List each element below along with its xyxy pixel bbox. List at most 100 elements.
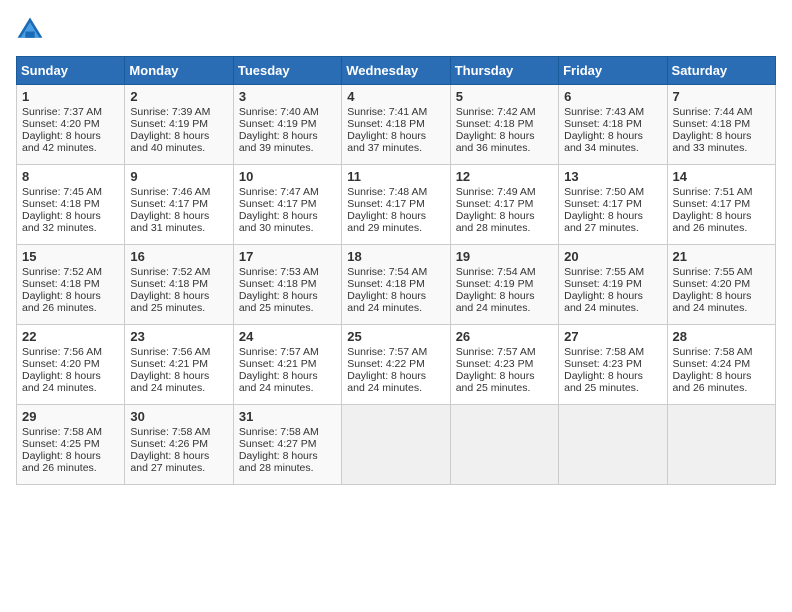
daylight: Daylight: 8 hours and 25 minutes.	[456, 370, 535, 394]
daylight: Daylight: 8 hours and 24 minutes.	[456, 290, 535, 314]
day-number: 28	[673, 329, 770, 344]
day-number: 17	[239, 249, 336, 264]
sunrise: Sunrise: 7:44 AM	[673, 106, 753, 118]
sunset: Sunset: 4:18 PM	[673, 118, 751, 130]
daylight: Daylight: 8 hours and 26 minutes.	[22, 450, 101, 474]
calendar-cell: 21Sunrise: 7:55 AMSunset: 4:20 PMDayligh…	[667, 245, 775, 325]
sunrise: Sunrise: 7:56 AM	[130, 346, 210, 358]
day-number: 26	[456, 329, 553, 344]
daylight: Daylight: 8 hours and 36 minutes.	[456, 130, 535, 154]
calendar-cell: 11Sunrise: 7:48 AMSunset: 4:17 PMDayligh…	[342, 165, 450, 245]
daylight: Daylight: 8 hours and 28 minutes.	[456, 210, 535, 234]
sunrise: Sunrise: 7:52 AM	[22, 266, 102, 278]
day-number: 4	[347, 89, 444, 104]
day-number: 1	[22, 89, 119, 104]
sunset: Sunset: 4:21 PM	[239, 358, 317, 370]
sunrise: Sunrise: 7:50 AM	[564, 186, 644, 198]
week-row-4: 22Sunrise: 7:56 AMSunset: 4:20 PMDayligh…	[17, 325, 776, 405]
day-number: 24	[239, 329, 336, 344]
calendar-cell: 14Sunrise: 7:51 AMSunset: 4:17 PMDayligh…	[667, 165, 775, 245]
day-number: 29	[22, 409, 119, 424]
calendar-cell: 29Sunrise: 7:58 AMSunset: 4:25 PMDayligh…	[17, 405, 125, 485]
daylight: Daylight: 8 hours and 27 minutes.	[130, 450, 209, 474]
sunrise: Sunrise: 7:58 AM	[564, 346, 644, 358]
logo-icon	[16, 16, 44, 44]
sunset: Sunset: 4:19 PM	[456, 278, 534, 290]
sunrise: Sunrise: 7:58 AM	[673, 346, 753, 358]
sunrise: Sunrise: 7:47 AM	[239, 186, 319, 198]
daylight: Daylight: 8 hours and 24 minutes.	[564, 290, 643, 314]
weekday-header-row: SundayMondayTuesdayWednesdayThursdayFrid…	[17, 57, 776, 85]
sunset: Sunset: 4:19 PM	[130, 118, 208, 130]
week-row-5: 29Sunrise: 7:58 AMSunset: 4:25 PMDayligh…	[17, 405, 776, 485]
header	[16, 16, 776, 44]
sunrise: Sunrise: 7:48 AM	[347, 186, 427, 198]
daylight: Daylight: 8 hours and 40 minutes.	[130, 130, 209, 154]
daylight: Daylight: 8 hours and 24 minutes.	[347, 290, 426, 314]
sunset: Sunset: 4:22 PM	[347, 358, 425, 370]
weekday-header-thursday: Thursday	[450, 57, 558, 85]
calendar-cell	[559, 405, 667, 485]
sunset: Sunset: 4:20 PM	[22, 118, 100, 130]
sunset: Sunset: 4:21 PM	[130, 358, 208, 370]
sunrise: Sunrise: 7:40 AM	[239, 106, 319, 118]
calendar-table: SundayMondayTuesdayWednesdayThursdayFrid…	[16, 56, 776, 485]
sunrise: Sunrise: 7:41 AM	[347, 106, 427, 118]
sunset: Sunset: 4:23 PM	[456, 358, 534, 370]
sunset: Sunset: 4:18 PM	[22, 278, 100, 290]
day-number: 14	[673, 169, 770, 184]
weekday-header-wednesday: Wednesday	[342, 57, 450, 85]
sunset: Sunset: 4:19 PM	[564, 278, 642, 290]
calendar-cell: 17Sunrise: 7:53 AMSunset: 4:18 PMDayligh…	[233, 245, 341, 325]
calendar-cell: 2 Sunrise: 7:39 AMSunset: 4:19 PMDaylight…	[125, 85, 233, 165]
calendar-cell: 18Sunrise: 7:54 AMSunset: 4:18 PMDayligh…	[342, 245, 450, 325]
day-number: 31	[239, 409, 336, 424]
logo	[16, 16, 48, 44]
calendar-cell: 24Sunrise: 7:57 AMSunset: 4:21 PMDayligh…	[233, 325, 341, 405]
calendar-cell: 31Sunrise: 7:58 AMSunset: 4:27 PMDayligh…	[233, 405, 341, 485]
daylight: Daylight: 8 hours and 28 minutes.	[239, 450, 318, 474]
day-number: 9	[130, 169, 227, 184]
sunset: Sunset: 4:17 PM	[130, 198, 208, 210]
daylight: Daylight: 8 hours and 26 minutes.	[673, 370, 752, 394]
calendar-cell: 9Sunrise: 7:46 AMSunset: 4:17 PMDaylight…	[125, 165, 233, 245]
daylight: Daylight: 8 hours and 26 minutes.	[22, 290, 101, 314]
day-number: 20	[564, 249, 661, 264]
sunset: Sunset: 4:17 PM	[347, 198, 425, 210]
day-number: 13	[564, 169, 661, 184]
sunrise: Sunrise: 7:57 AM	[347, 346, 427, 358]
day-number: 30	[130, 409, 227, 424]
sunset: Sunset: 4:24 PM	[673, 358, 751, 370]
sunset: Sunset: 4:17 PM	[564, 198, 642, 210]
day-number: 2	[130, 89, 227, 104]
sunrise: Sunrise: 7:51 AM	[673, 186, 753, 198]
daylight: Daylight: 8 hours and 30 minutes.	[239, 210, 318, 234]
sunset: Sunset: 4:20 PM	[673, 278, 751, 290]
day-number: 15	[22, 249, 119, 264]
day-number: 7	[673, 89, 770, 104]
sunset: Sunset: 4:19 PM	[239, 118, 317, 130]
week-row-3: 15Sunrise: 7:52 AMSunset: 4:18 PMDayligh…	[17, 245, 776, 325]
calendar-cell: 12Sunrise: 7:49 AMSunset: 4:17 PMDayligh…	[450, 165, 558, 245]
sunset: Sunset: 4:26 PM	[130, 438, 208, 450]
calendar-cell: 22Sunrise: 7:56 AMSunset: 4:20 PMDayligh…	[17, 325, 125, 405]
calendar-cell: 23Sunrise: 7:56 AMSunset: 4:21 PMDayligh…	[125, 325, 233, 405]
sunrise: Sunrise: 7:45 AM	[22, 186, 102, 198]
sunrise: Sunrise: 7:57 AM	[456, 346, 536, 358]
sunset: Sunset: 4:18 PM	[456, 118, 534, 130]
sunrise: Sunrise: 7:58 AM	[130, 426, 210, 438]
week-row-2: 8Sunrise: 7:45 AMSunset: 4:18 PMDaylight…	[17, 165, 776, 245]
sunset: Sunset: 4:17 PM	[456, 198, 534, 210]
calendar-cell: 20Sunrise: 7:55 AMSunset: 4:19 PMDayligh…	[559, 245, 667, 325]
sunrise: Sunrise: 7:52 AM	[130, 266, 210, 278]
sunrise: Sunrise: 7:54 AM	[347, 266, 427, 278]
day-number: 10	[239, 169, 336, 184]
daylight: Daylight: 8 hours and 32 minutes.	[22, 210, 101, 234]
daylight: Daylight: 8 hours and 33 minutes.	[673, 130, 752, 154]
day-number: 25	[347, 329, 444, 344]
sunrise: Sunrise: 7:39 AM	[130, 106, 210, 118]
day-number: 5	[456, 89, 553, 104]
day-number: 19	[456, 249, 553, 264]
calendar-cell: 27Sunrise: 7:58 AMSunset: 4:23 PMDayligh…	[559, 325, 667, 405]
sunrise: Sunrise: 7:58 AM	[239, 426, 319, 438]
